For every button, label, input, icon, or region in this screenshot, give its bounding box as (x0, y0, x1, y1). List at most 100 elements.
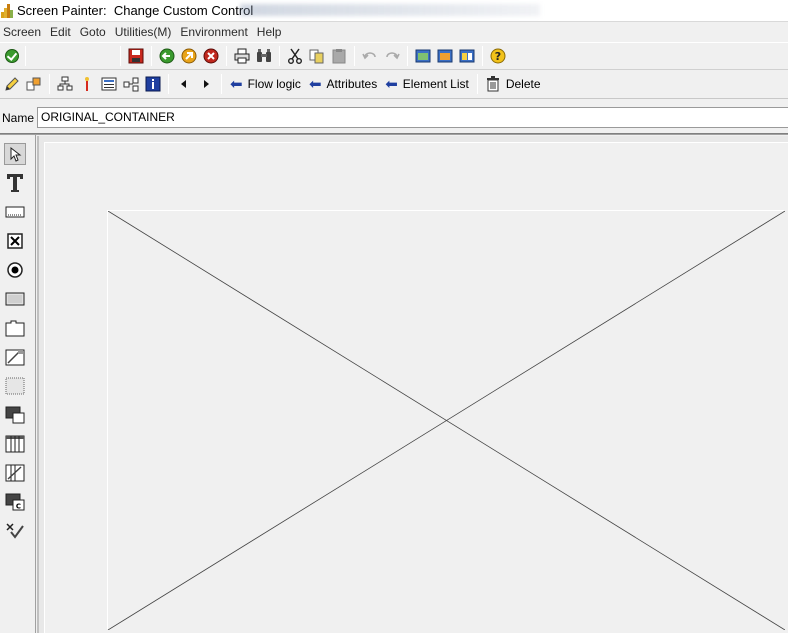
undo-icon (362, 52, 376, 60)
hierarchy-button[interactable] (54, 73, 76, 95)
custom-control-placeholder (108, 211, 785, 630)
name-label: Name (2, 111, 35, 125)
menu-goto[interactable]: Goto (76, 25, 111, 39)
info-icon (145, 76, 161, 92)
attributes-button[interactable]: ⬅ Attributes (305, 73, 381, 95)
delete-button[interactable]: Delete (482, 73, 545, 95)
custom-control-element[interactable] (107, 210, 785, 630)
palette-radio-button[interactable] (4, 259, 26, 281)
other-object-icon (26, 77, 41, 91)
palette-checkbox[interactable] (4, 230, 26, 252)
shortcut-button[interactable] (434, 45, 456, 67)
entry-field-icon (5, 206, 25, 218)
palette-custom-control[interactable]: C (4, 491, 26, 513)
redo-icon (386, 52, 400, 60)
find-button[interactable] (253, 45, 275, 67)
arrow-left-icon: ⬅ (230, 75, 243, 93)
previous-button[interactable] (173, 73, 195, 95)
hierarchy-icon (57, 76, 73, 91)
next-button[interactable] (195, 73, 217, 95)
status-icon (6, 523, 24, 539)
box-icon (5, 377, 25, 395)
toolbar-separator (482, 46, 483, 66)
toolbar-separator (151, 46, 152, 66)
back-button[interactable] (156, 45, 178, 67)
copy-button[interactable] (306, 45, 328, 67)
palette-status-icon[interactable] (4, 520, 26, 542)
layout-button[interactable] (456, 45, 478, 67)
toolbar-separator (476, 74, 478, 94)
tabstrip-wizard-icon (5, 349, 25, 366)
divider (0, 133, 788, 135)
display-change-button[interactable] (1, 73, 23, 95)
flow-logic-button[interactable]: ⬅ Flow logic (226, 73, 305, 95)
back-icon (159, 48, 175, 64)
palette-tabstrip[interactable] (4, 317, 26, 339)
title-bar: Screen Painter: Change Custom Control (0, 0, 788, 22)
info-button[interactable] (142, 73, 164, 95)
toolbar-separator (354, 46, 355, 66)
sap-app-icon (1, 3, 13, 18)
help-button[interactable]: ? (487, 45, 509, 67)
menu-edit[interactable]: Edit (46, 25, 76, 39)
menu-help[interactable]: Help (253, 25, 287, 39)
graphics-button[interactable] (98, 73, 120, 95)
palette-select-pointer[interactable] (4, 143, 26, 165)
enter-button[interactable] (1, 45, 23, 67)
cancel-button[interactable] (200, 45, 222, 67)
paste-button[interactable] (328, 45, 350, 67)
graphics-icon (101, 77, 117, 91)
application-toolbar: ⬅ Flow logic ⬅ Attributes ⬅ Element List… (0, 70, 788, 99)
command-field[interactable] (30, 46, 114, 66)
element-list-button[interactable]: ⬅ Element List (381, 73, 473, 95)
where-used-button[interactable] (76, 73, 98, 95)
subscreen-icon (5, 406, 25, 424)
print-button[interactable] (231, 45, 253, 67)
save-icon (128, 48, 144, 64)
arrow-left-icon: ⬅ (385, 75, 398, 93)
text-icon (7, 174, 23, 192)
navigation-button[interactable] (120, 73, 142, 95)
copy-icon (309, 49, 324, 64)
cut-button[interactable] (284, 45, 306, 67)
attributes-label: Attributes (326, 77, 378, 91)
table-wizard-icon (5, 464, 25, 482)
element-list-label: Element List (402, 77, 469, 91)
toolbar-separator (120, 46, 121, 66)
palette-text-field[interactable] (4, 172, 26, 194)
menu-environment[interactable]: Environment (176, 25, 252, 39)
palette-tabstrip-wizard[interactable] (4, 346, 26, 368)
layout-icon (459, 49, 475, 63)
menu-bar: Screen Edit Goto Utilities(M) Environmen… (0, 22, 788, 42)
arrow-left-icon: ⬅ (308, 75, 322, 93)
navigation-icon (123, 77, 139, 92)
menu-utilities[interactable]: Utilities(M) (111, 25, 177, 39)
exit-button[interactable] (178, 45, 200, 67)
layout-canvas[interactable] (44, 142, 788, 633)
blurred-title-overlay (240, 4, 540, 16)
palette-box[interactable] (4, 375, 26, 397)
name-field[interactable]: ORIGINAL_CONTAINER (37, 107, 788, 128)
triangle-left-icon (181, 80, 186, 88)
trash-icon (486, 76, 499, 92)
window-title: Screen Painter: Change Custom Control (17, 3, 254, 18)
toolbar-separator (226, 46, 227, 66)
undo-button[interactable] (359, 45, 381, 67)
palette-pushbutton[interactable] (4, 288, 26, 310)
delete-label: Delete (505, 77, 541, 91)
triangle-right-icon (204, 80, 209, 88)
other-object-button[interactable] (23, 73, 45, 95)
toolbar-separator (25, 46, 26, 66)
checkbox-icon (7, 233, 23, 249)
save-button[interactable] (125, 45, 147, 67)
menu-screen[interactable]: Screen (0, 25, 46, 39)
palette-table-control-wizard[interactable] (4, 462, 26, 484)
new-session-button[interactable] (412, 45, 434, 67)
palette-subscreen-area[interactable] (4, 404, 26, 426)
palette-entry-field[interactable] (4, 201, 26, 223)
svg-text:C: C (16, 503, 21, 511)
palette-table-control[interactable] (4, 433, 26, 455)
name-bar: Name ORIGINAL_CONTAINER (0, 99, 788, 135)
toolbar-separator (49, 74, 50, 94)
redo-button[interactable] (381, 45, 403, 67)
